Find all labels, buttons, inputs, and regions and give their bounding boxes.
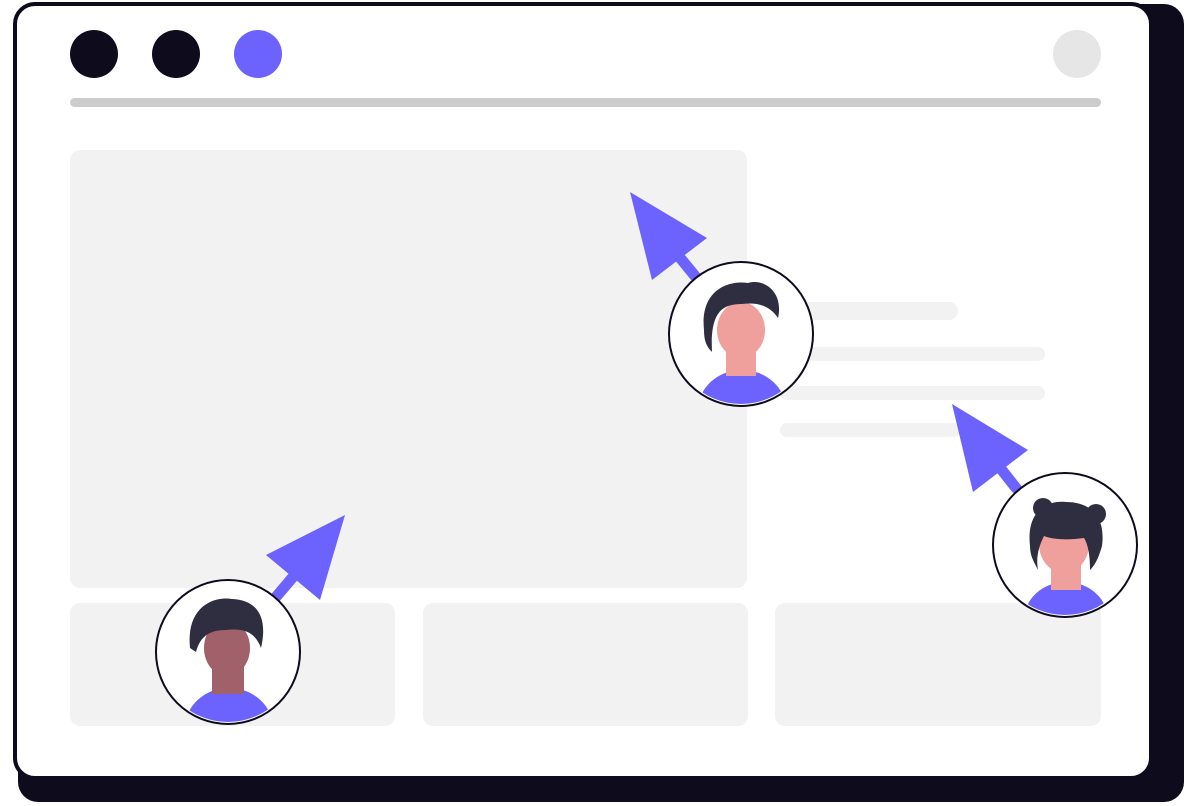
- window-dot-dark-1[interactable]: [70, 30, 118, 78]
- text-line-4: [780, 423, 960, 437]
- text-line-3: [780, 386, 1045, 400]
- window-dot-dark-2[interactable]: [152, 30, 200, 78]
- collaboration-illustration: [13, 2, 1184, 802]
- window-dot-accent[interactable]: [234, 30, 282, 78]
- text-line-2: [780, 347, 1045, 361]
- illustration-stage: [0, 0, 1197, 806]
- avatar-placeholder-icon[interactable]: [1053, 30, 1101, 78]
- bottom-card-2[interactable]: [423, 603, 748, 726]
- bottom-card-3[interactable]: [775, 603, 1101, 726]
- header-divider: [70, 98, 1101, 107]
